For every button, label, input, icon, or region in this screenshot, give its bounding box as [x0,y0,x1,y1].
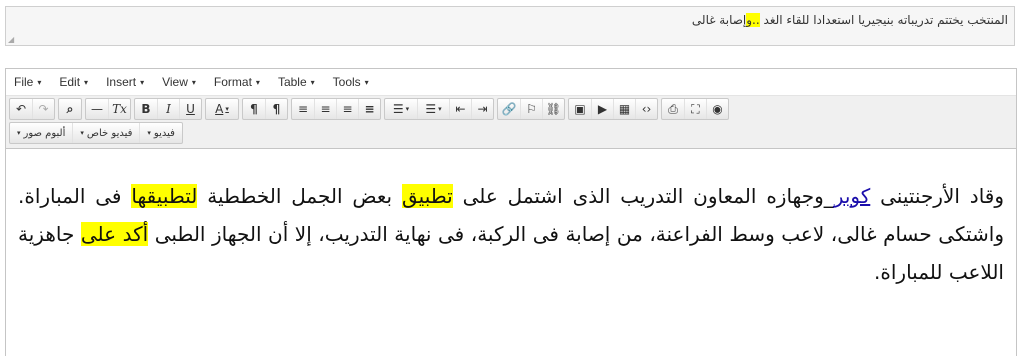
rich-text-editor: File ▾ Edit ▾ Insert ▾ View ▾ Format ▾ Table ▾… [5,68,1017,356]
menu-table[interactable]: Table ▾ [278,75,315,89]
rtl-icon[interactable]: ¶ [265,99,287,119]
undo-icon[interactable]: ↶ [10,99,32,119]
toolbar-row-1: ↶ ↷ ⌕ — Tx B I U A ▾ ¶ ¶ ≡ ≡ ≡ ≡ ☰ ▾ ☰ ▾… [9,98,1013,120]
horizontal-rule-icon[interactable]: — [86,99,108,119]
chevron-down-icon: ▾ [364,78,369,87]
custom-group: ألبوم صور ▾ فيديو خاص ▾ فيديو ▾ [9,122,183,144]
print-icon[interactable]: ⎙ [662,99,684,119]
italic-icon[interactable]: I [157,99,179,119]
media-group: ▣ ▶ ▦ ‹› [568,98,658,120]
article-paragraph: وقاد الأرجنتينى كوبر_وجهازه المعاون التد… [18,184,1005,284]
numbered-list-icon[interactable]: ☰ ▾ [417,99,449,119]
insert-format-group: — Tx [85,98,131,120]
alignment-group: ≡ ≡ ≡ ≡ [291,98,381,120]
chevron-down-icon: ▾ [255,78,260,87]
color-group: A ▾ [205,98,239,120]
chevron-down-icon: ▾ [191,78,196,87]
highlight-1: تطبيق [401,184,453,208]
summary-textarea[interactable]: المنتخب يختتم تدريباته بنيجيريا استعدادا… [5,6,1015,46]
table-icon[interactable]: ▦ [613,99,635,119]
chevron-down-icon: ▾ [84,78,89,87]
underline-icon[interactable]: U [179,99,201,119]
align-justify-icon[interactable]: ≡ [358,99,380,119]
editor-toolbar: ↶ ↷ ⌕ — Tx B I U A ▾ ¶ ¶ ≡ ≡ ≡ ≡ ☰ ▾ ☰ ▾… [6,96,1016,149]
text-style-group: B I U [134,98,202,120]
clear-formatting-icon[interactable]: Tx [108,99,130,119]
menu-view[interactable]: View ▾ [162,75,196,89]
bold-icon[interactable]: B [135,99,157,119]
resize-grip-icon[interactable]: ◢ [8,36,16,44]
view-group: ⎙ ⛶ ◉ [661,98,729,120]
video-button[interactable]: فيديو ▾ [139,123,182,143]
menu-tools[interactable]: Tools ▾ [333,75,369,89]
chevron-down-icon: ▾ [310,78,315,87]
media-icon[interactable]: ▶ [591,99,613,119]
editor-content[interactable]: وقاد الأرجنتينى كوبر_وجهازه المعاون التد… [6,149,1016,356]
image-icon[interactable]: ▣ [569,99,591,119]
history-group: ↶ ↷ [9,98,55,120]
outdent-icon[interactable]: ⇤ [449,99,471,119]
highlight-3: أكد على [80,222,149,246]
summary-text: المنتخب يختتم تدريباته بنيجيريا استعدادا… [691,13,1008,27]
ltr-icon[interactable]: ¶ [243,99,265,119]
photo-album-button[interactable]: ألبوم صور ▾ [10,123,72,143]
preview-icon[interactable]: ◉ [706,99,728,119]
exclusive-video-button[interactable]: فيديو خاص ▾ [72,123,139,143]
align-right-icon[interactable]: ≡ [336,99,358,119]
anchor-icon[interactable]: ⚐ [520,99,542,119]
redo-icon[interactable]: ↷ [32,99,54,119]
direction-group: ¶ ¶ [242,98,288,120]
fullscreen-icon[interactable]: ⛶ [684,99,706,119]
menu-edit[interactable]: Edit ▾ [59,75,88,89]
font-color-icon[interactable]: A ▾ [206,99,238,119]
link-group: 🔗 ⚐ ⛓ [497,98,565,120]
find-replace-icon[interactable]: ⌕ [59,99,81,119]
indent-icon[interactable]: ⇥ [471,99,493,119]
coach-link[interactable]: كوبر [834,184,870,208]
align-center-icon[interactable]: ≡ [314,99,336,119]
list-group: ☰ ▾ ☰ ▾ ⇤ ⇥ [384,98,494,120]
toolbar-row-2: ألبوم صور ▾ فيديو خاص ▾ فيديو ▾ [9,122,1013,144]
bullet-list-icon[interactable]: ☰ ▾ [385,99,417,119]
editor-menubar: File ▾ Edit ▾ Insert ▾ View ▾ Format ▾ Table ▾… [6,69,1016,96]
link-icon[interactable]: 🔗 [498,99,520,119]
align-left-icon[interactable]: ≡ [292,99,314,119]
find-group: ⌕ [58,98,82,120]
summary-highlight: ..و [746,13,760,27]
chevron-down-icon: ▾ [140,78,145,87]
menu-insert[interactable]: Insert ▾ [106,75,144,89]
chevron-down-icon: ▾ [37,78,42,87]
menu-format[interactable]: Format ▾ [214,75,260,89]
highlight-2: لتطبيقها [131,184,198,208]
source-code-icon[interactable]: ‹› [635,99,657,119]
menu-file[interactable]: File ▾ [14,75,41,89]
unlink-icon[interactable]: ⛓ [542,99,564,119]
